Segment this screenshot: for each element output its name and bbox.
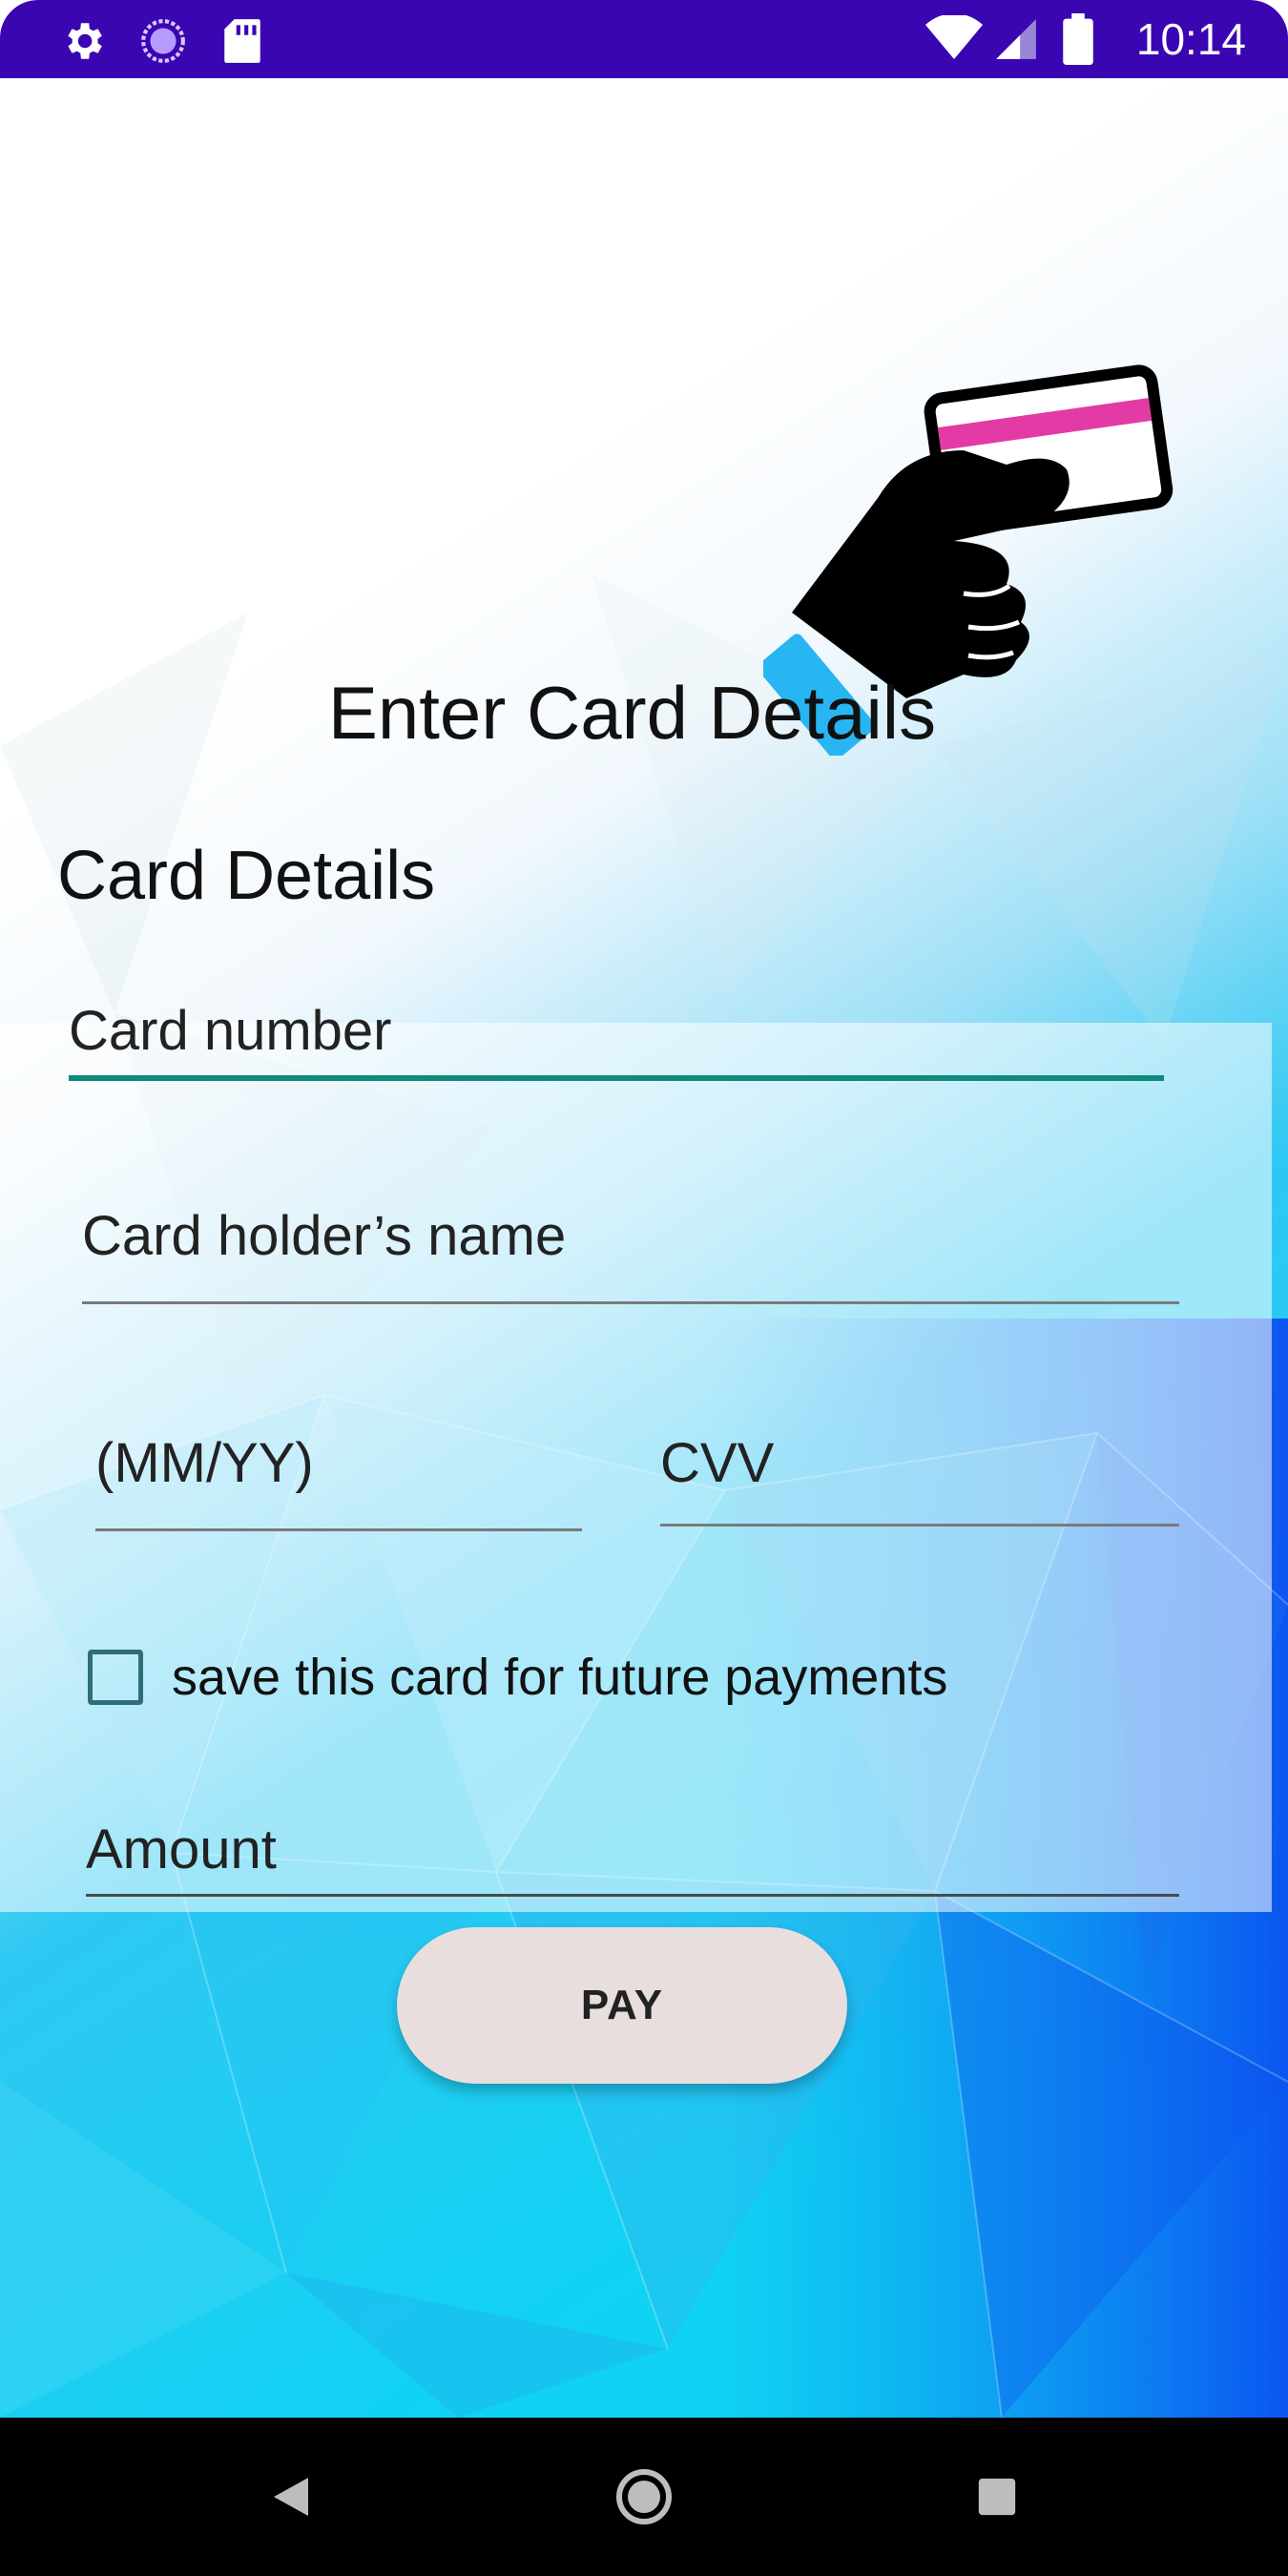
battery-icon (1063, 13, 1093, 65)
back-icon (274, 2478, 308, 2516)
expiry-underline (95, 1528, 582, 1531)
amount-underline (86, 1894, 1179, 1897)
sd-card-icon (224, 19, 260, 63)
home-icon (616, 2469, 672, 2524)
cvv-field[interactable]: CVV (660, 1431, 1179, 1527)
card-holder-underline (82, 1301, 1179, 1304)
save-card-checkbox[interactable] (88, 1650, 143, 1705)
amount-placeholder: Amount (86, 1818, 277, 1880)
pay-button[interactable]: PAY (397, 1927, 847, 2084)
card-number-underline (69, 1075, 1164, 1081)
signal-icon (996, 19, 1036, 59)
amount-field[interactable]: Amount (86, 1818, 1179, 1897)
recents-icon (978, 2478, 1016, 2516)
card-holder-name-field[interactable]: Card holder’s name (82, 1204, 1179, 1304)
card-number-field[interactable]: Card number (69, 999, 1164, 1081)
card-holder-placeholder: Card holder’s name (82, 1205, 567, 1267)
card-number-placeholder: Card number (69, 1000, 392, 1062)
wifi-icon (925, 15, 983, 59)
navigation-bar (0, 2418, 1288, 2576)
back-button[interactable] (239, 2418, 343, 2576)
expiry-placeholder: (MM/YY) (95, 1432, 314, 1494)
page-title: Enter Card Details (327, 671, 937, 755)
gear-icon (68, 23, 102, 59)
recents-button[interactable] (945, 2418, 1049, 2576)
cvv-underline (660, 1524, 1179, 1527)
status-bar: 10:14 (0, 0, 1288, 78)
save-card-row[interactable]: save this card for future payments (88, 1648, 947, 1707)
home-button[interactable] (592, 2418, 696, 2576)
save-card-label: save this card for future payments (172, 1649, 948, 1706)
expiry-date-field[interactable]: (MM/YY) (95, 1431, 582, 1531)
section-title: Card Details (57, 838, 436, 914)
sync-circle-icon (141, 19, 185, 63)
cvv-placeholder: CVV (660, 1432, 775, 1494)
status-time: 10:14 (1135, 14, 1246, 64)
